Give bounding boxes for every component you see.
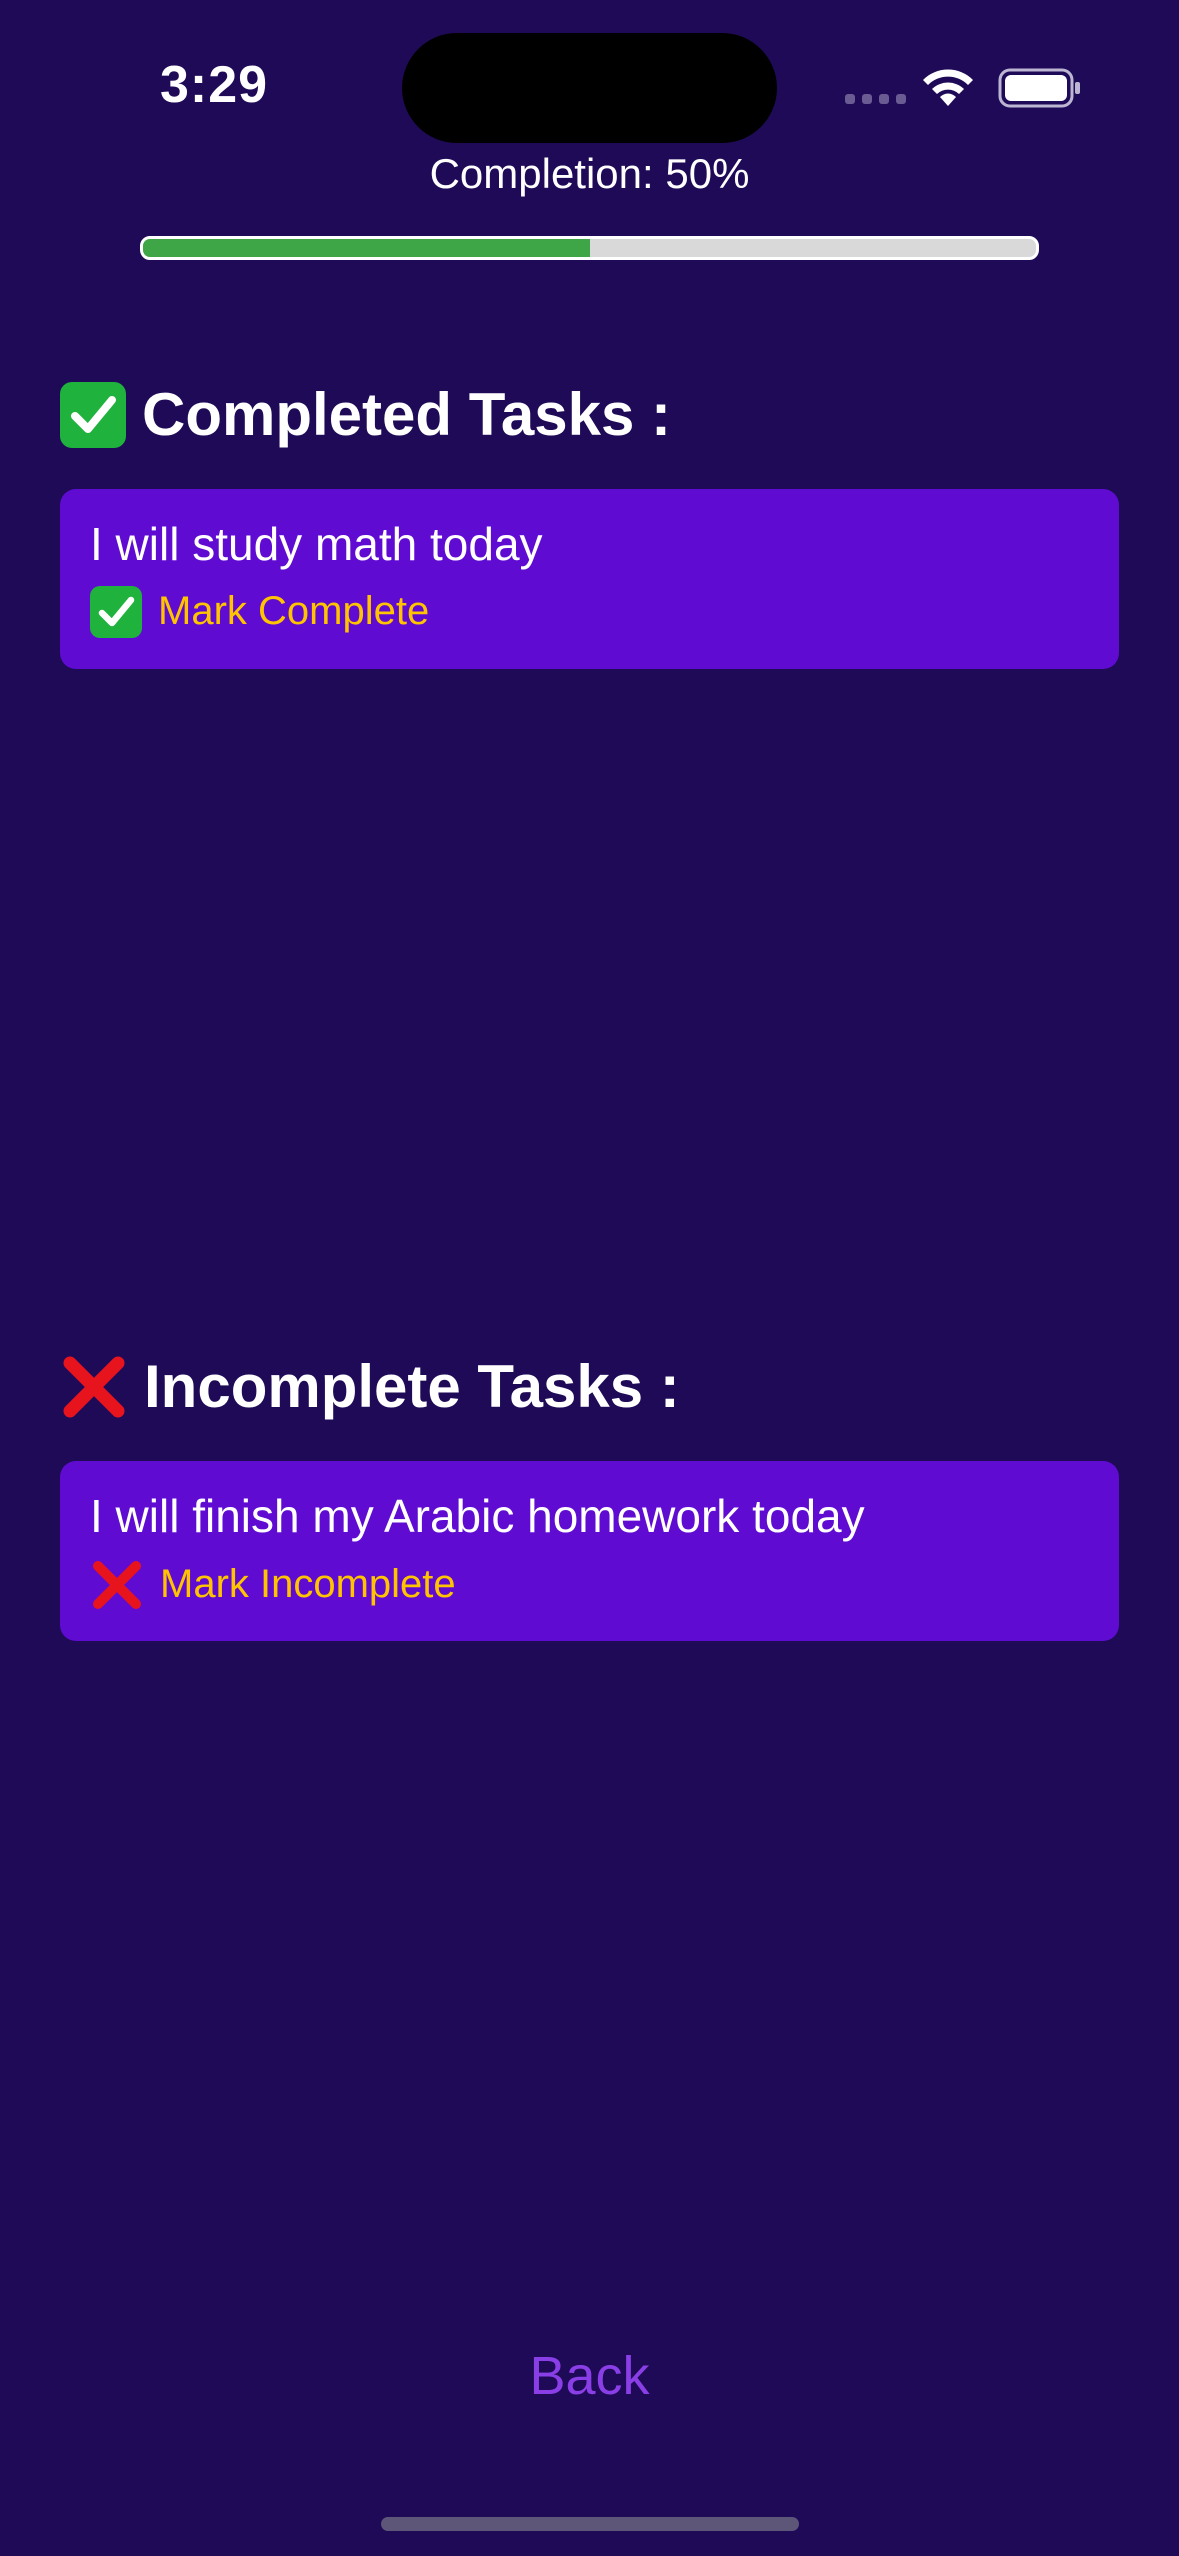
- status-time: 3:29: [160, 56, 269, 114]
- completed-tasks-heading: Completed Tasks :: [60, 380, 671, 449]
- mark-complete-button[interactable]: Mark Complete: [90, 585, 1089, 638]
- mark-incomplete-button[interactable]: Mark Incomplete: [90, 1558, 1089, 1612]
- battery-icon: [998, 68, 1080, 108]
- check-mark-box-icon: [90, 585, 142, 638]
- wifi-icon: [923, 69, 973, 106]
- back-button[interactable]: Back: [0, 2345, 1179, 2407]
- cross-mark-icon: [63, 1356, 125, 1417]
- incomplete-tasks-title: Incomplete Tasks :: [144, 1353, 680, 1420]
- mark-complete-label: Mark Complete: [158, 589, 430, 634]
- dynamic-island: [402, 33, 777, 143]
- completed-tasks-title: Completed Tasks :: [142, 381, 672, 448]
- completion-label: Completion: 50%: [429, 150, 750, 197]
- task-text: I will finish my Arabic homework today: [90, 1490, 865, 1542]
- completion-progress-fill: [143, 239, 590, 257]
- home-indicator[interactable]: [381, 2517, 799, 2531]
- task-text: I will study math today: [90, 518, 543, 570]
- completion-progress-bar: [140, 236, 1039, 260]
- completed-task-card: I will study math today Mark Complete: [60, 489, 1119, 669]
- cross-mark-icon: [93, 1560, 141, 1609]
- mark-incomplete-label: Mark Incomplete: [160, 1562, 456, 1607]
- check-mark-box-icon: [60, 381, 126, 448]
- incomplete-tasks-heading: Incomplete Tasks :: [60, 1352, 680, 1421]
- cellular-signal-icon: [845, 94, 906, 104]
- incomplete-task-card: I will finish my Arabic homework today M…: [60, 1461, 1119, 1641]
